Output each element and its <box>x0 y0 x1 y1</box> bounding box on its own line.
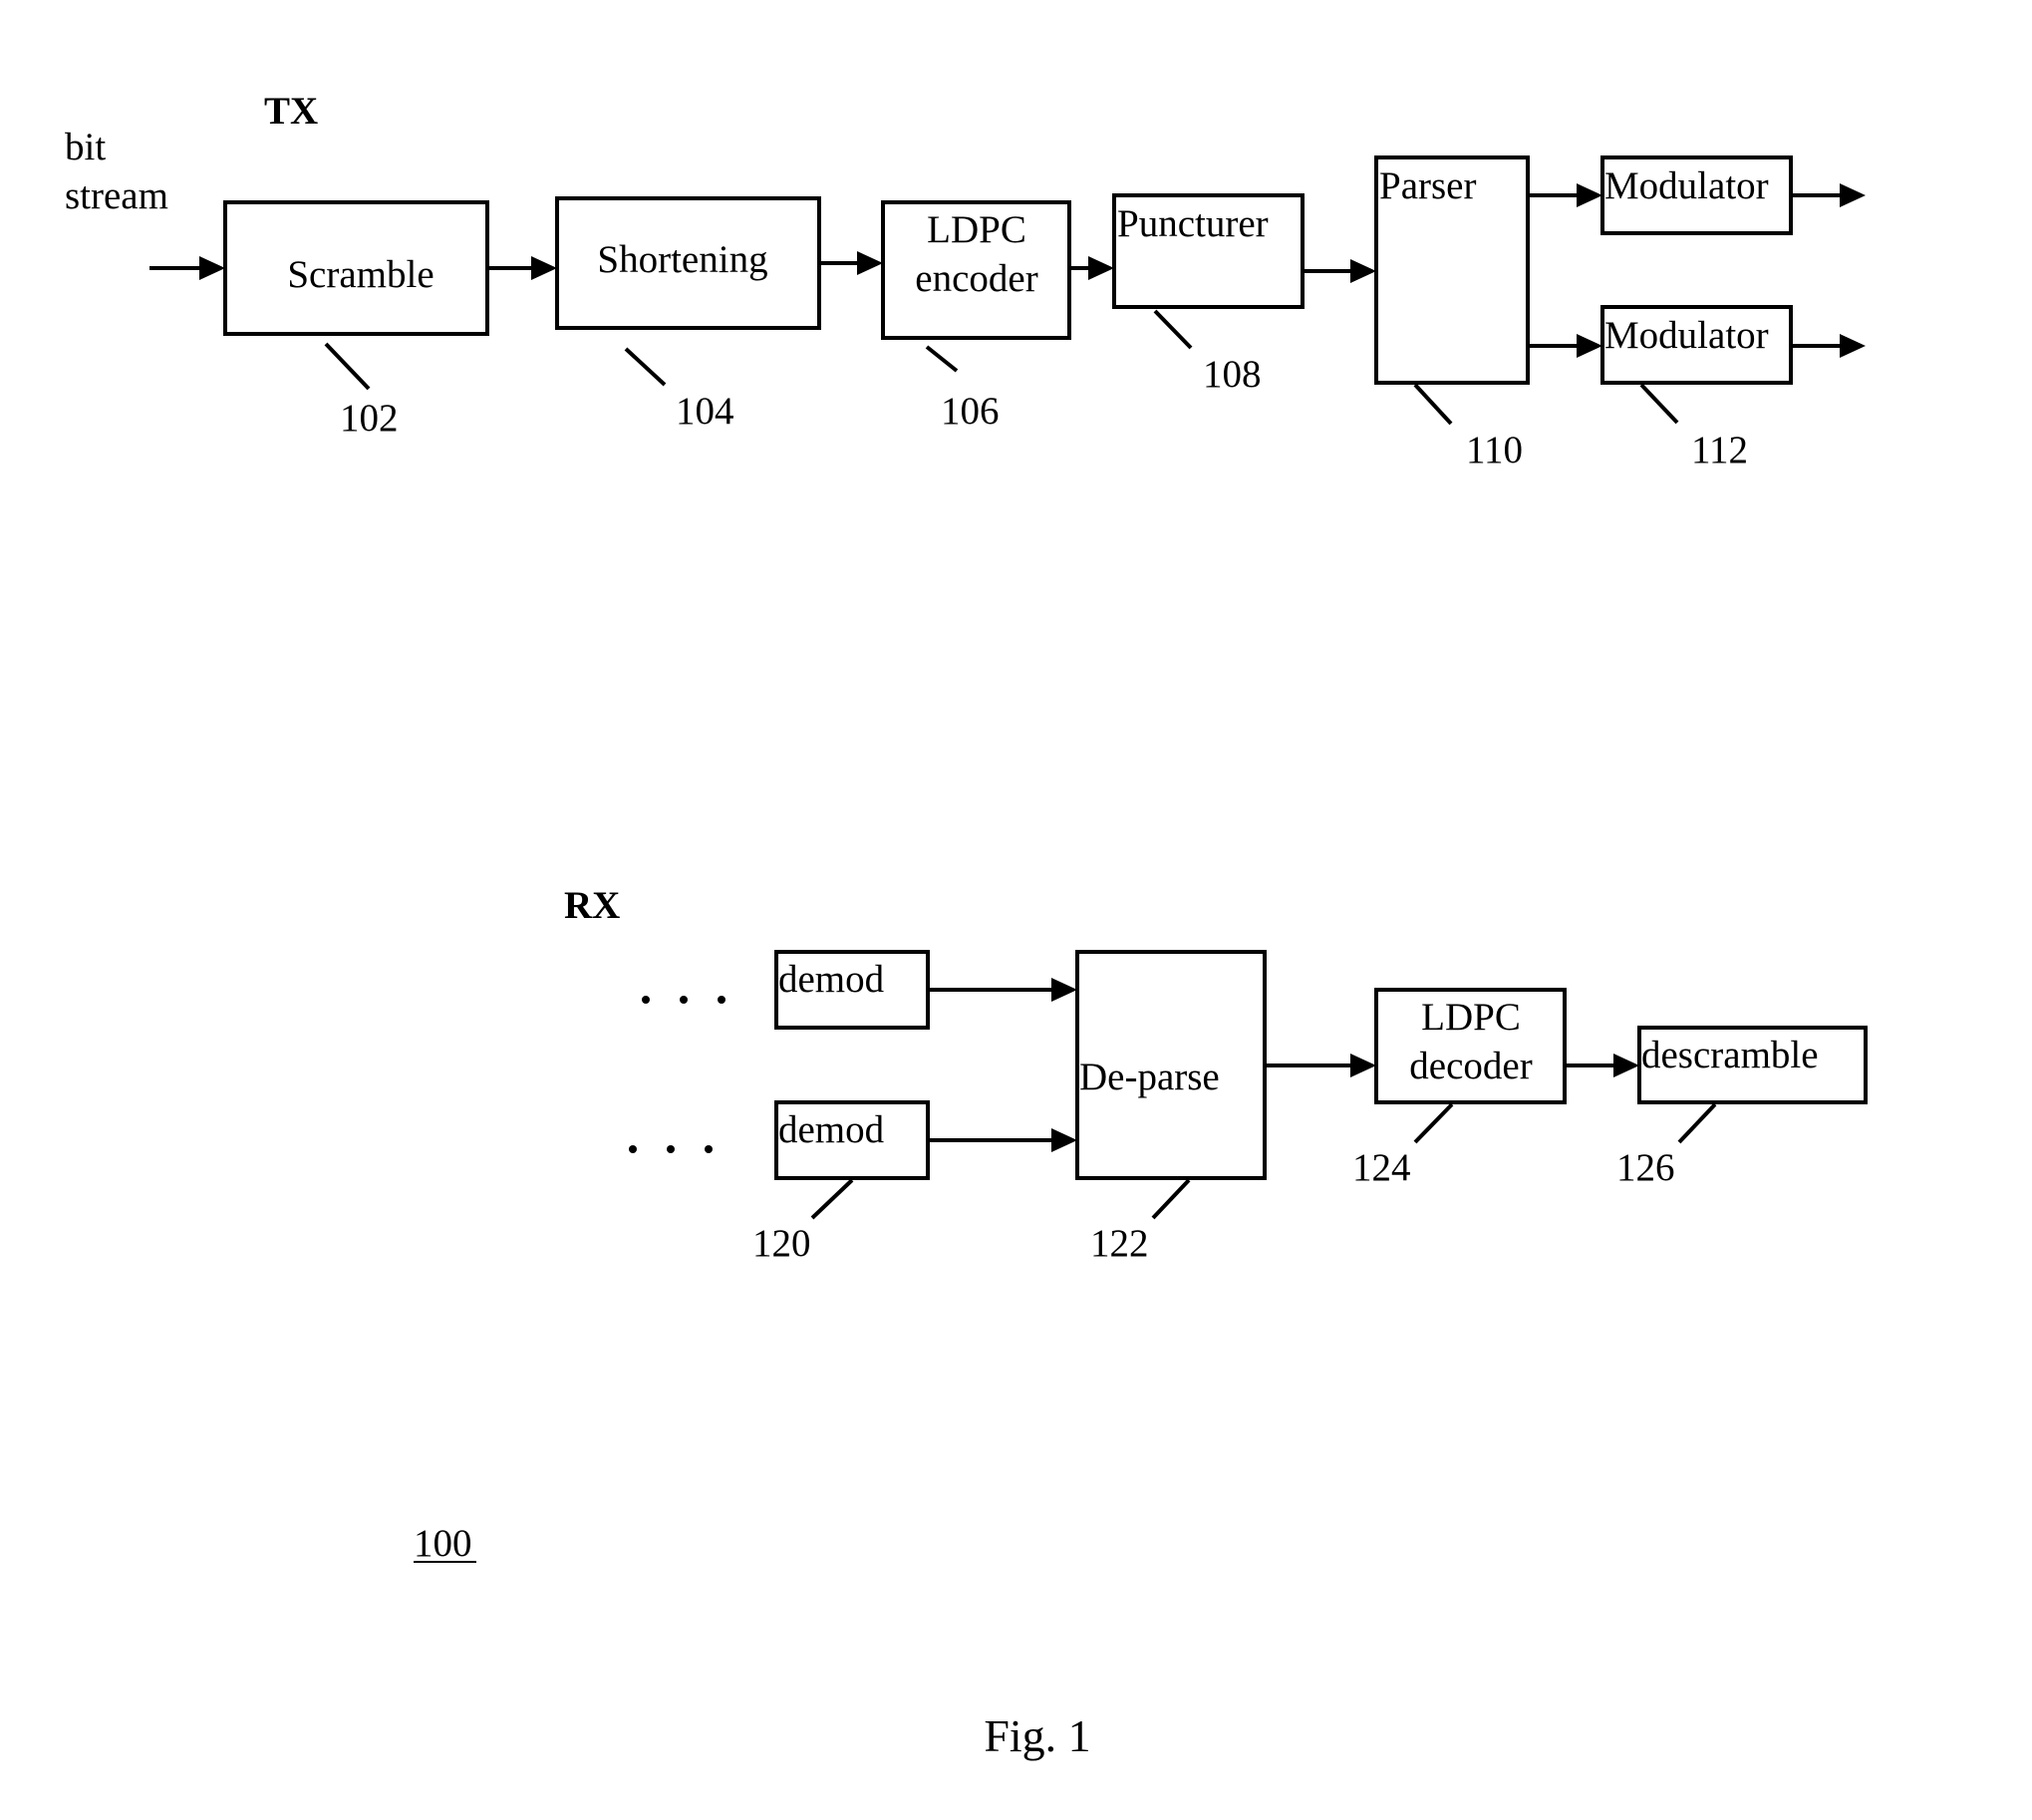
modulator-1-label: Modulator <box>1604 164 1769 207</box>
arrow-de-parse-to-ldpc-decoder <box>1265 1054 1376 1077</box>
ref-120: 120 <box>752 1222 811 1265</box>
de-parse-block: De-parse <box>1075 950 1267 1180</box>
ref-104: 104 <box>676 390 734 433</box>
arrow-parser-to-modulator-2 <box>1528 334 1602 358</box>
demod-2-block: demod <box>774 1100 930 1180</box>
puncturer-label: Puncturer <box>1117 202 1269 245</box>
parser-block: Parser <box>1374 155 1530 385</box>
ref-112: 112 <box>1691 429 1748 471</box>
scramble-label: Scramble <box>287 253 434 296</box>
bit-stream-label-line1: bit <box>65 126 106 168</box>
modulator-2-label: Modulator <box>1604 314 1769 357</box>
bit-stream-label-line2: stream <box>65 174 168 217</box>
ref-leader-124 <box>1413 1102 1454 1144</box>
ref-102: 102 <box>340 397 399 440</box>
ldpc-encoder-label-line2: encoder <box>915 257 1037 300</box>
modulator-2-output-arrow <box>1791 334 1866 358</box>
ref-leader-122 <box>1151 1178 1191 1220</box>
arrow-ldpc-encoder-to-puncturer <box>1069 256 1114 280</box>
descramble-label: descramble <box>1641 1034 1819 1076</box>
fig-1-diagram: TX bit stream Scramble 102 Shortening 10… <box>65 90 1868 1761</box>
ldpc-decoder-label-line2: decoder <box>1409 1045 1532 1087</box>
ref-leader-106 <box>925 345 959 373</box>
modulator-1-output-arrow <box>1791 183 1866 207</box>
ldpc-decoder-label-line1: LDPC <box>1421 996 1521 1039</box>
tx-title: TX <box>264 90 318 133</box>
demod-1-block: demod <box>774 950 930 1030</box>
ref-108: 108 <box>1203 353 1262 396</box>
arrow-ldpc-decoder-to-descramble <box>1565 1054 1639 1077</box>
ref-106: 106 <box>941 390 1000 433</box>
ref-110: 110 <box>1466 429 1523 471</box>
ellipsis-1 <box>642 996 726 1004</box>
ref-leader-126 <box>1677 1102 1717 1144</box>
parser-label: Parser <box>1379 164 1476 207</box>
shortening-label: Shortening <box>597 238 767 281</box>
arrow-demod-2-to-de-parse <box>928 1128 1077 1152</box>
puncturer-block: Puncturer <box>1112 193 1305 309</box>
figure-caption: Fig. 1 <box>984 1710 1090 1761</box>
rx-title: RX <box>564 884 620 927</box>
ref-126: 126 <box>1616 1146 1675 1189</box>
tx-section: TX bit stream Scramble 102 Shortening 10… <box>65 90 1866 471</box>
modulator-2-block: Modulator <box>1600 305 1793 385</box>
de-parse-label: De-parse <box>1079 1056 1220 1098</box>
ref-leader-112 <box>1639 383 1679 425</box>
arrow-scramble-to-shortening <box>487 256 557 280</box>
shortening-block: Shortening <box>555 196 821 330</box>
ref-leader-120 <box>810 1178 854 1220</box>
ref-122: 122 <box>1090 1222 1149 1265</box>
arrow-demod-1-to-de-parse <box>928 978 1077 1002</box>
ldpc-decoder-block: LDPC decoder <box>1374 988 1567 1104</box>
ellipsis-2 <box>629 1145 713 1153</box>
scramble-block: Scramble <box>223 200 489 336</box>
ref-leader-110 <box>1413 383 1453 426</box>
ldpc-encoder-label-line1: LDPC <box>927 208 1026 251</box>
rx-section: RX demod demod 120 De-parse 122 LDPC dec… <box>564 884 1868 1265</box>
demod-1-label: demod <box>778 958 885 1001</box>
arrow-puncturer-to-parser <box>1303 259 1376 283</box>
demod-2-label: demod <box>778 1108 885 1151</box>
arrow-parser-to-modulator-1 <box>1528 183 1602 207</box>
ref-leader-104 <box>624 347 667 387</box>
ref-leader-108 <box>1153 309 1193 350</box>
descramble-block: descramble <box>1637 1026 1868 1104</box>
ref-124: 124 <box>1352 1146 1411 1189</box>
modulator-1-block: Modulator <box>1600 155 1793 235</box>
input-arrow <box>149 256 225 280</box>
arrow-shortening-to-ldpc-encoder <box>819 251 883 275</box>
ldpc-encoder-block: LDPC encoder <box>881 200 1071 340</box>
figure-reference-100: 100 <box>414 1522 472 1565</box>
ref-leader-102 <box>324 342 371 391</box>
